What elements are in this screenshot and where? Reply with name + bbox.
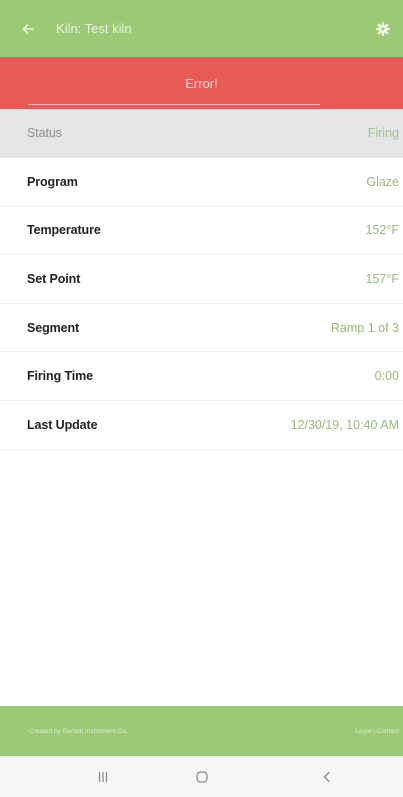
home-circle-icon <box>196 771 208 783</box>
error-message: Error! <box>185 75 218 91</box>
kiln-details-list: Status Firing Program Glaze Temperature … <box>0 109 403 450</box>
status-value: Firing <box>367 126 399 141</box>
temperature-value: 152°F <box>365 223 400 238</box>
program-row: Program Glaze <box>0 158 403 207</box>
temperature-row: Temperature 152°F <box>0 206 403 256</box>
system-nav-bar <box>0 756 403 797</box>
footer-links[interactable]: Legal | Contact <box>355 728 399 735</box>
status-label: Status <box>27 126 62 141</box>
segment-value: Ramp 1 of 3 <box>330 320 399 335</box>
temperature-label: Temperature <box>27 223 101 238</box>
recent-apps-button[interactable] <box>83 764 123 790</box>
home-button[interactable] <box>182 764 222 790</box>
chevron-left-icon <box>323 771 330 783</box>
status-row: Status Firing <box>0 109 403 158</box>
segment-row: Segment Ramp 1 of 3 <box>0 304 403 353</box>
set-point-row: Set Point 157°F <box>0 255 403 304</box>
error-divider <box>28 104 320 105</box>
app-bar: Kiln: Test kiln <box>0 0 403 57</box>
settings-button[interactable] <box>363 0 403 57</box>
gear-icon <box>376 21 390 36</box>
footer-credit: Created by Bartlett Instrument Co. <box>29 727 128 735</box>
set-point-value: 157°F <box>365 271 400 286</box>
segment-label: Segment <box>27 320 80 335</box>
last-update-row: Last Update 12/30/19, 10:40 AM <box>0 401 403 450</box>
firing-time-value: 0:00 <box>374 369 399 384</box>
program-value: Glaze <box>366 174 399 189</box>
page-title: Kiln: Test kiln <box>56 21 132 36</box>
set-point-label: Set Point <box>27 271 81 286</box>
firing-time-row: Firing Time 0:00 <box>0 352 403 402</box>
back-button[interactable] <box>0 0 56 57</box>
footer: Created by Bartlett Instrument Co. Legal… <box>0 706 403 756</box>
last-update-value: 12/30/19, 10:40 AM <box>290 417 399 432</box>
firing-time-label: Firing Time <box>27 369 94 384</box>
recent-apps-icon <box>98 771 108 783</box>
last-update-label: Last Update <box>27 417 98 432</box>
system-back-button[interactable] <box>307 764 347 790</box>
error-banner: Error! <box>0 57 403 109</box>
program-label: Program <box>27 174 78 189</box>
arrow-left-icon <box>22 23 34 34</box>
